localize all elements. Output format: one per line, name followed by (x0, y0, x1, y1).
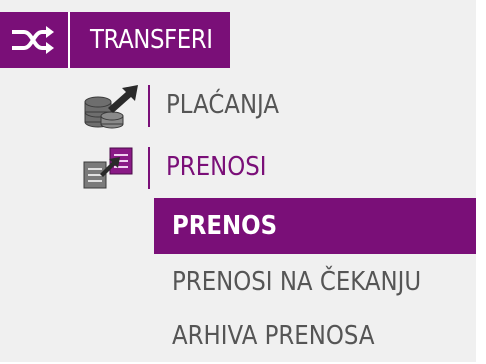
documents-arrow-icon (83, 147, 133, 189)
menu-item-label: PRENOSI (166, 152, 267, 182)
shuffle-icon (12, 26, 54, 54)
transfer-menu-panel: TRANSFERI PLAĆANJA PRENOSI PRENOS PRENOS… (0, 0, 476, 362)
coins-arrow-icon (84, 85, 138, 129)
submenu-item-label: ARHIVA PRENOSA (172, 321, 375, 351)
header-title-box: TRANSFERI (70, 12, 230, 68)
menu-item-label: PLAĆANJA (166, 90, 280, 120)
submenu-item-prenos[interactable]: PRENOS (154, 198, 476, 254)
header-title: TRANSFERI (90, 25, 213, 55)
shuffle-icon-box (0, 12, 70, 68)
menu-header[interactable]: TRANSFERI (0, 12, 230, 68)
item-separator (148, 147, 150, 189)
item-separator (148, 85, 150, 127)
submenu-item-label: PRENOSI NA ČEKANJU (172, 267, 422, 297)
menu-item-prenosi[interactable]: PRENOSI (0, 140, 476, 196)
submenu-item-arhiva-prenosa[interactable]: ARHIVA PRENOSA (154, 308, 476, 364)
submenu-item-prenosi-na-cekanju[interactable]: PRENOSI NA ČEKANJU (154, 254, 476, 310)
menu-item-placanja[interactable]: PLAĆANJA (0, 78, 476, 134)
submenu-item-label: PRENOS (172, 211, 278, 241)
